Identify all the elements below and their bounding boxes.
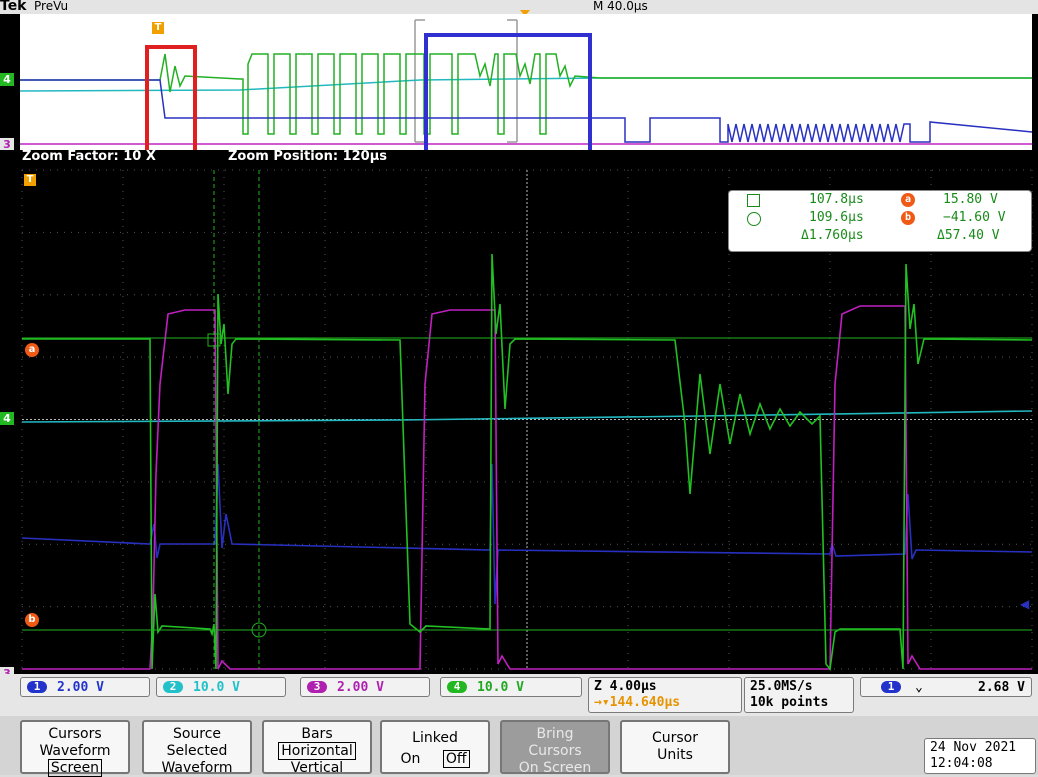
ref-a-marker: a	[25, 343, 39, 357]
cursor-1-square-icon	[747, 194, 760, 207]
bring-onscreen-line: On Screen	[518, 760, 592, 776]
bars-button[interactable]: Bars Horizontal Vertical	[262, 720, 372, 776]
channel-status-bar: 1 2.00 V 2 10.0 V 3 2.00 V 4 10.0 V Z 4.…	[0, 674, 1038, 716]
trigger-level: 2.68 V	[978, 679, 1025, 695]
ch1-scale-box[interactable]: 1 2.00 V	[20, 677, 150, 697]
ch1-scale: 2.00 V	[57, 679, 104, 695]
datetime-box: 24 Nov 2021 12:04:08	[924, 738, 1036, 774]
zoom-scale: Z 4.00µs	[594, 679, 657, 694]
cursor-units-label: Cursor	[651, 730, 699, 746]
cursor-2-circle-icon	[747, 212, 761, 226]
ch4-badge: 4	[447, 681, 467, 693]
bars-horizontal-option: Horizontal	[278, 742, 356, 760]
zoom-scale-box: Z 4.00µs →▾144.640µs	[588, 677, 742, 713]
record-length: 10k points	[750, 695, 829, 710]
delta-time: Δ1.760µs	[801, 228, 864, 243]
zoom-factor-label: Zoom Factor: 10 X	[22, 149, 156, 164]
cursor-readout-panel: 107.8µs 109.6µs Δ1.760µs a b 15.80 V −41…	[728, 190, 1032, 252]
ch3-badge: 3	[307, 681, 327, 693]
brand-logo: Tek	[0, 0, 27, 14]
bars-label: Bars	[301, 726, 333, 742]
trigger-source-badge: 1	[881, 681, 901, 693]
cursor-a-volts: 15.80 V	[943, 192, 998, 207]
time-label: 12:04:08	[930, 756, 993, 771]
ch4-scale-box[interactable]: 4 10.0 V	[440, 677, 582, 697]
source-waveform-line: Waveform	[161, 760, 233, 776]
prevu-ch4-marker[interactable]: 4	[0, 73, 14, 86]
bring-cursors-button[interactable]: Bring Cursors On Screen	[500, 720, 610, 776]
trigger-box[interactable]: 1 ⌄ 2.68 V	[860, 677, 1032, 697]
ch4-ground-marker[interactable]: 4	[0, 412, 14, 425]
cursors-screen-option: Screen	[47, 759, 103, 777]
ch3-scale: 2.00 V	[337, 679, 384, 695]
trigger-marker-icon: T	[24, 174, 36, 186]
cursor-b-badge: b	[901, 211, 915, 225]
softkey-menu: Cursors Waveform Screen Source Selected …	[0, 716, 1038, 777]
linked-button[interactable]: Linked On Off	[380, 720, 490, 774]
prevu-trigger-icon: T	[152, 22, 164, 34]
ch3-scale-box[interactable]: 3 2.00 V	[300, 677, 430, 697]
sample-rate: 25.0MS/s	[750, 679, 813, 694]
cursor-1-time: 107.8µs	[809, 192, 864, 207]
cursors-button[interactable]: Cursors Waveform Screen	[20, 720, 130, 777]
ch1-offscreen-arrow-icon: ◀	[1020, 597, 1030, 611]
top-status-bar: Tek PreVu M 40.0µs	[0, 0, 1038, 16]
cursor-b-volts: −41.60 V	[943, 210, 1006, 225]
source-label: Source	[172, 726, 222, 742]
ch2-scale: 10.0 V	[193, 679, 240, 695]
linked-label: Linked	[412, 730, 458, 746]
ch2-trace	[21, 410, 1033, 423]
timebase-label: M 40.0µs	[593, 0, 648, 13]
linked-off-option: Off	[442, 750, 470, 768]
cursor-a-badge: a	[901, 193, 915, 207]
ch2-badge: 2	[163, 681, 183, 693]
cursors-waveform-option: Waveform	[39, 743, 111, 759]
ch4-scale: 10.0 V	[477, 679, 524, 695]
zoom-trigger-position: →▾144.640µs	[594, 695, 681, 710]
linked-on-option: On	[400, 751, 421, 767]
delta-volts: Δ57.40 V	[937, 228, 1000, 243]
zoom-waveform-display[interactable]: T a b 4 3 ◀ 107.8µs 109.6µs Δ1.760µs a b…	[0, 164, 1038, 680]
prevu-overview[interactable]: T 4 3	[0, 14, 1038, 151]
date-label: 24 Nov 2021	[930, 740, 1017, 755]
cursors-label: Cursors	[48, 726, 102, 742]
bars-vertical-option: Vertical	[290, 760, 344, 776]
falling-edge-icon: ⌄	[915, 679, 923, 695]
ch2-scale-box[interactable]: 2 10.0 V	[156, 677, 286, 697]
bring-cursors-line: Cursors	[528, 743, 582, 759]
source-selected-line: Selected	[166, 743, 228, 759]
source-button[interactable]: Source Selected Waveform	[142, 720, 252, 776]
cursor-units-button[interactable]: Cursor Units	[620, 720, 730, 774]
zoom-info-line: Zoom Factor: 10 X Zoom Position: 120µs	[0, 149, 1038, 164]
cursor-units-line: Units	[657, 747, 693, 763]
bring-label: Bring	[536, 726, 574, 742]
zoom-position-label: Zoom Position: 120µs	[228, 149, 388, 164]
ch1-badge: 1	[27, 681, 47, 693]
acquisition-box: 25.0MS/s 10k points	[744, 677, 854, 713]
cursor-2-time: 109.6µs	[809, 210, 864, 225]
prevu-label: PreVu	[34, 0, 69, 13]
prevu-waveforms	[19, 14, 1033, 150]
ref-b-marker: b	[25, 613, 39, 627]
